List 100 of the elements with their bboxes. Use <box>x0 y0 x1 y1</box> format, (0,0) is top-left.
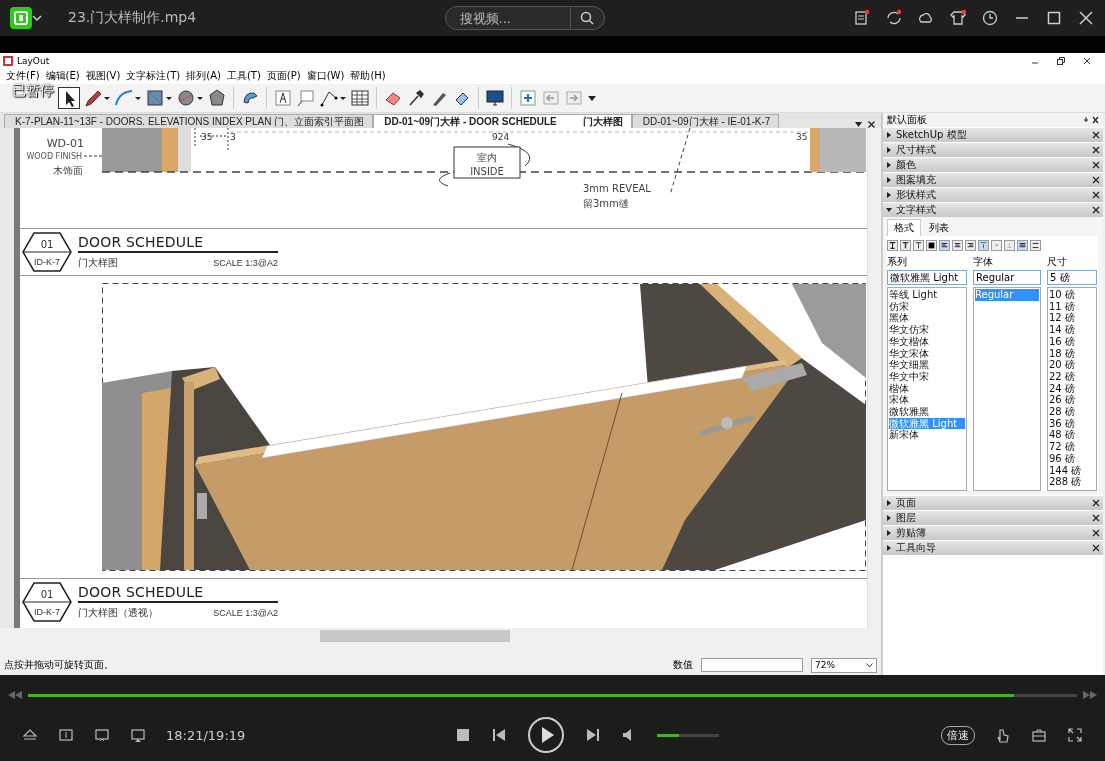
numbered-list-icon[interactable] <box>1030 240 1041 251</box>
zoom-dropdown[interactable]: 72% <box>811 657 877 673</box>
caret-icon[interactable] <box>32 14 42 22</box>
list-option[interactable]: 华文仿宋 <box>889 324 965 336</box>
text-style-icon[interactable] <box>900 240 911 251</box>
list-option[interactable]: 24 磅 <box>1049 382 1095 395</box>
list-option[interactable]: 288 磅 <box>1049 476 1095 488</box>
rectangle-icon[interactable] <box>145 88 165 108</box>
align-center-icon[interactable] <box>952 240 963 251</box>
font-list[interactable]: 10 磅 11 磅 12 磅 14 磅 16 磅 18 磅 20 磅 22 磅 24 磅 26 磅 28 磅 36 磅 48 磅 72 磅 96 磅 144 磅 288 磅 <box>1047 287 1097 491</box>
table-icon[interactable] <box>350 88 370 108</box>
color-swatch-icon[interactable] <box>926 240 937 251</box>
panel-section-header[interactable]: 图案填充 <box>883 173 1103 187</box>
list-option[interactable]: 华文细黑 <box>889 359 965 371</box>
panel-section-header[interactable]: 文字样式 <box>883 203 1103 217</box>
list-option[interactable]: 28 磅 <box>1049 406 1095 418</box>
menu-item[interactable]: 排列(A) <box>183 69 224 83</box>
menu-item[interactable]: 帮助(H) <box>347 69 389 83</box>
text-icon[interactable] <box>273 88 293 108</box>
next-icon[interactable] <box>585 727 602 743</box>
circle-icon[interactable] <box>176 88 196 108</box>
caret-icon[interactable] <box>196 94 204 102</box>
bullet-list-icon[interactable] <box>1017 240 1028 251</box>
refresh-icon[interactable] <box>885 9 903 27</box>
panel-section-header[interactable]: 颜色 <box>883 158 1103 172</box>
clock-icon[interactable] <box>981 9 999 27</box>
list-option[interactable]: 宋体 <box>889 394 965 407</box>
list-option[interactable]: 14 磅 <box>1049 324 1095 336</box>
list-option[interactable]: 华文楷体 <box>889 335 965 348</box>
polygon-icon[interactable] <box>207 88 227 108</box>
search-icon[interactable] <box>580 11 595 25</box>
panel-section-header[interactable]: 工具向导 <box>883 541 1103 555</box>
restore-icon[interactable] <box>1057 56 1065 65</box>
menu-item[interactable]: 文字标注(T) <box>123 69 184 83</box>
list-option[interactable]: 22 磅 <box>1049 370 1095 383</box>
vertical-scrollbar[interactable] <box>867 128 881 628</box>
list-option[interactable]: 10 磅 <box>1049 289 1095 301</box>
menu-item[interactable]: 编辑(E) <box>42 69 83 83</box>
maximize-icon[interactable] <box>1045 9 1063 27</box>
list-option[interactable]: 48 磅 <box>1049 429 1095 442</box>
list-option[interactable]: 72 磅 <box>1049 441 1095 453</box>
screen-cast-icon[interactable] <box>130 727 146 743</box>
list-option[interactable]: 26 磅 <box>1049 394 1095 407</box>
arc-icon[interactable] <box>114 88 134 108</box>
font-field[interactable]: 微软雅黑 Light <box>887 270 967 285</box>
play-icon[interactable] <box>527 716 566 754</box>
list-option[interactable]: 96 磅 <box>1049 452 1095 465</box>
tv-cast-icon[interactable] <box>94 727 110 743</box>
font-list[interactable]: 等线 Light 仿宋 黑体 华文仿宋 华文楷体 华文宋体 华文细黑 华文中宋 楷体 宋体 微软雅黑 微软雅黑 Light 新宋体 <box>887 287 967 491</box>
caret-icon[interactable] <box>587 94 597 102</box>
font-field[interactable]: 5 磅 <box>1047 270 1097 285</box>
list-option[interactable]: 华文宋体 <box>889 347 965 360</box>
list-option[interactable]: 12 磅 <box>1049 312 1095 325</box>
stop-icon[interactable] <box>455 727 472 743</box>
list-option[interactable]: 微软雅黑 <box>889 406 965 418</box>
speed-button[interactable]: 倍速 <box>941 725 975 745</box>
align-right-icon[interactable] <box>965 240 976 251</box>
list-option[interactable]: 黑体 <box>889 312 965 325</box>
font-field[interactable]: Regular <box>973 270 1041 285</box>
list-option[interactable]: 仿宋 <box>889 300 965 313</box>
panel-section-header[interactable]: 形状样式 <box>883 188 1103 202</box>
shirt-icon[interactable] <box>949 9 967 27</box>
list-option[interactable]: 18 磅 <box>1049 347 1095 360</box>
list-option[interactable]: 36 磅 <box>1049 417 1095 430</box>
value-field[interactable] <box>701 658 803 672</box>
panel-tab[interactable]: 列表 <box>923 219 955 236</box>
panel-section-header[interactable]: 页面 <box>883 496 1103 510</box>
panel-section-header[interactable]: 尺寸样式 <box>883 143 1103 157</box>
panel-tab[interactable]: 格式 <box>887 219 921 236</box>
caret-icon[interactable] <box>339 94 347 102</box>
panel-section-header[interactable]: 图层 <box>883 511 1103 525</box>
menu-item[interactable]: 视图(V) <box>82 69 124 83</box>
list-option[interactable]: 新宋体 <box>889 429 965 442</box>
toolbox-icon[interactable] <box>1031 727 1047 743</box>
panel-section-header[interactable]: 剪贴簿 <box>883 526 1103 540</box>
panel-section-header[interactable]: SketchUp 模型 <box>883 128 1103 142</box>
pencil-icon[interactable] <box>83 88 103 108</box>
fast-forward-icon[interactable] <box>1083 691 1097 699</box>
search-field[interactable]: 搜视频... <box>444 6 605 30</box>
close-icon[interactable] <box>868 121 875 128</box>
text-style-icon[interactable] <box>913 240 924 251</box>
document-tab[interactable]: DD-01~09门大样 - IE-01-K-7 <box>631 114 780 128</box>
list-option[interactable]: 等线 Light <box>889 289 965 301</box>
list-option[interactable]: 11 磅 <box>1049 300 1095 313</box>
document-tab[interactable]: DD-01~09门大样 - DOOR SCHEDULE 门大样图 <box>373 114 632 128</box>
subtitle-icon[interactable] <box>58 727 74 743</box>
menu-item[interactable]: 文件(F) <box>3 69 43 83</box>
pin-close-icon[interactable] <box>1083 116 1099 124</box>
align-left-icon[interactable] <box>939 240 950 251</box>
list-option[interactable]: 华文中宋 <box>889 370 965 383</box>
list-option[interactable]: 144 磅 <box>1049 464 1095 477</box>
menu-item[interactable]: 窗口(W) <box>303 69 348 83</box>
monitor-icon[interactable] <box>485 88 505 108</box>
list-option[interactable]: 16 磅 <box>1049 335 1095 348</box>
fullscreen-icon[interactable] <box>1067 727 1083 743</box>
caret-icon[interactable] <box>165 94 173 102</box>
hand-pointer-icon[interactable] <box>995 727 1011 743</box>
menu-item[interactable]: 页面(P) <box>263 69 304 83</box>
close-icon[interactable] <box>1083 56 1091 65</box>
add-page-icon[interactable] <box>518 88 538 108</box>
